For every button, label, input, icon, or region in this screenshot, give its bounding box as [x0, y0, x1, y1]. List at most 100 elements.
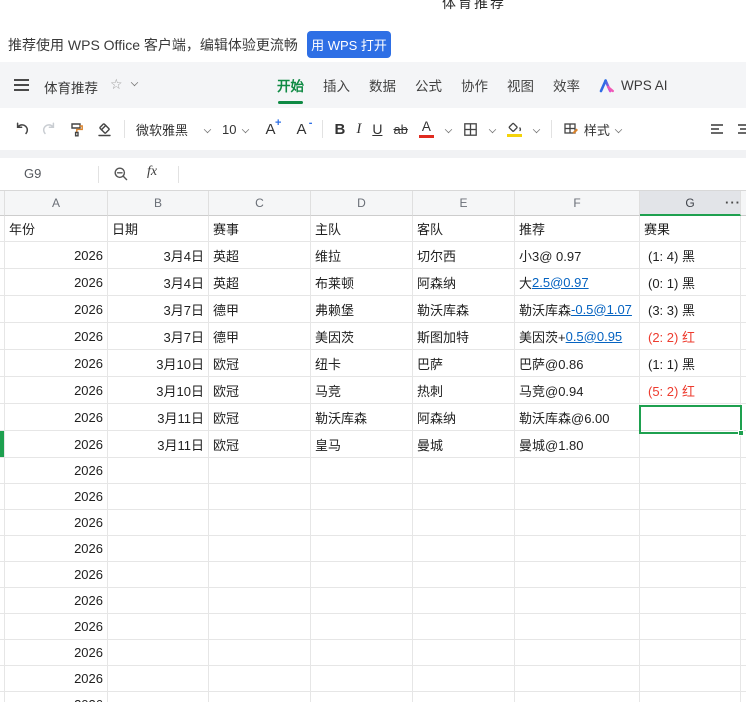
chevron-down-icon[interactable] [130, 78, 139, 87]
menu-icon[interactable] [14, 79, 29, 94]
cell-away-team[interactable]: 曼城 [413, 431, 515, 458]
bold-button[interactable]: B [334, 121, 345, 138]
cell-empty[interactable] [108, 614, 209, 640]
cell-empty[interactable] [640, 458, 741, 484]
cell-header[interactable]: 客队 [413, 216, 515, 242]
cell-year[interactable]: 2026 [5, 323, 108, 350]
fill-color-button[interactable] [506, 121, 522, 138]
cell-empty[interactable] [413, 562, 515, 588]
cell-tip[interactable]: 勒沃库森 -0.5@1.07 [515, 296, 640, 323]
cell-date[interactable]: 3月7日 [108, 296, 209, 323]
cell-empty[interactable] [640, 510, 741, 536]
cell-empty[interactable] [413, 588, 515, 614]
cell-away-team[interactable]: 巴萨 [413, 350, 515, 377]
cell-tip[interactable]: 马竞@0.94 [515, 377, 640, 404]
cell-empty[interactable] [515, 640, 640, 666]
cell-year[interactable]: 2026 [5, 510, 108, 536]
align-left-icon[interactable] [709, 122, 725, 136]
column-header-E[interactable]: E [413, 191, 515, 216]
cell-empty[interactable] [413, 640, 515, 666]
cell-result[interactable]: (5: 2) 红 [640, 377, 741, 404]
cell-away-team[interactable]: 阿森纳 [413, 404, 515, 431]
cell-away-team[interactable]: 切尔西 [413, 242, 515, 269]
cell-tip[interactable]: 美因茨+ 0.5@0.95 [515, 323, 640, 350]
cell-result[interactable]: (2: 2) 红 [640, 323, 741, 350]
cell-header[interactable]: 推荐 [515, 216, 640, 242]
cell-empty[interactable] [108, 458, 209, 484]
cell-empty[interactable] [413, 484, 515, 510]
cell-league[interactable]: 欧冠 [209, 431, 311, 458]
cell-year[interactable]: 2026 [5, 377, 108, 404]
cell-year[interactable]: 2026 [5, 242, 108, 269]
font-size-select[interactable]: 10 [222, 122, 250, 137]
cell-empty[interactable] [108, 588, 209, 614]
cell-year[interactable]: 2026 [5, 536, 108, 562]
cell-empty[interactable] [311, 536, 413, 562]
cell-year[interactable]: 2026 [5, 640, 108, 666]
chevron-down-icon[interactable] [444, 125, 453, 133]
cell-empty[interactable] [640, 588, 741, 614]
cell-empty[interactable] [311, 588, 413, 614]
cell-year[interactable]: 2026 [5, 692, 108, 702]
cell-away-team[interactable]: 斯图加特 [413, 323, 515, 350]
cell-away-team[interactable]: 勒沃库森 [413, 296, 515, 323]
cell-date[interactable]: 3月11日 [108, 404, 209, 431]
cell-empty[interactable] [413, 458, 515, 484]
font-color-button[interactable]: A [418, 120, 434, 138]
cell-year[interactable]: 2026 [5, 431, 108, 458]
cell-away-team[interactable]: 阿森纳 [413, 269, 515, 296]
cell-empty[interactable] [413, 614, 515, 640]
cell-away-team[interactable]: 热刺 [413, 377, 515, 404]
cell-empty[interactable] [209, 458, 311, 484]
cell-empty[interactable] [515, 666, 640, 692]
tip-link[interactable]: 2.5@0.97 [532, 275, 589, 290]
cell-empty[interactable] [209, 588, 311, 614]
cell-empty[interactable] [515, 536, 640, 562]
cell-year[interactable]: 2026 [5, 350, 108, 377]
cell-tip[interactable]: 大 2.5@0.97 [515, 269, 640, 296]
align-center-icon[interactable] [736, 122, 746, 136]
cell-empty[interactable] [311, 666, 413, 692]
cell-empty[interactable] [108, 536, 209, 562]
cell-tip[interactable]: 巴萨@0.86 [515, 350, 640, 377]
cell-year[interactable]: 2026 [5, 458, 108, 484]
tab-wps-ai[interactable]: WPS AI [599, 78, 668, 93]
eraser-icon[interactable] [96, 121, 113, 138]
cell-empty[interactable] [311, 692, 413, 702]
cell-result[interactable]: (0: 1) 黑 [640, 269, 741, 296]
cell-empty[interactable] [209, 536, 311, 562]
cell-empty[interactable] [515, 588, 640, 614]
cell-result[interactable] [640, 431, 741, 458]
cell-tip[interactable]: 勒沃库森@6.00 [515, 404, 640, 431]
cell-date[interactable]: 3月11日 [108, 431, 209, 458]
column-header-F[interactable]: F [515, 191, 640, 216]
cell-league[interactable]: 英超 [209, 269, 311, 296]
ribbon-tab[interactable]: 协作 [461, 75, 488, 95]
cell-empty[interactable] [209, 510, 311, 536]
italic-button[interactable]: I [356, 121, 361, 138]
cell-empty[interactable] [640, 536, 741, 562]
cell-home-team[interactable]: 布莱顿 [311, 269, 413, 296]
cell-year[interactable]: 2026 [5, 614, 108, 640]
cell-home-team[interactable]: 纽卡 [311, 350, 413, 377]
cell-empty[interactable] [209, 562, 311, 588]
undo-icon[interactable] [14, 121, 30, 137]
cell-empty[interactable] [311, 614, 413, 640]
ribbon-tab[interactable]: 数据 [369, 75, 396, 95]
cell-empty[interactable] [311, 458, 413, 484]
underline-button[interactable]: U [372, 121, 382, 137]
chevron-down-icon[interactable] [203, 125, 212, 133]
cell-home-team[interactable]: 弗赖堡 [311, 296, 413, 323]
cell-empty[interactable] [108, 666, 209, 692]
cell-empty[interactable] [515, 510, 640, 536]
cell-empty[interactable] [413, 536, 515, 562]
cell-date[interactable]: 3月4日 [108, 242, 209, 269]
column-header-A[interactable]: A [5, 191, 108, 216]
ribbon-tab[interactable]: 公式 [415, 75, 442, 95]
cell-year[interactable]: 2026 [5, 588, 108, 614]
cell-empty[interactable] [640, 614, 741, 640]
cell-year[interactable]: 2026 [5, 296, 108, 323]
cell-empty[interactable] [413, 666, 515, 692]
cell-league[interactable]: 欧冠 [209, 377, 311, 404]
cell-home-team[interactable]: 马竞 [311, 377, 413, 404]
